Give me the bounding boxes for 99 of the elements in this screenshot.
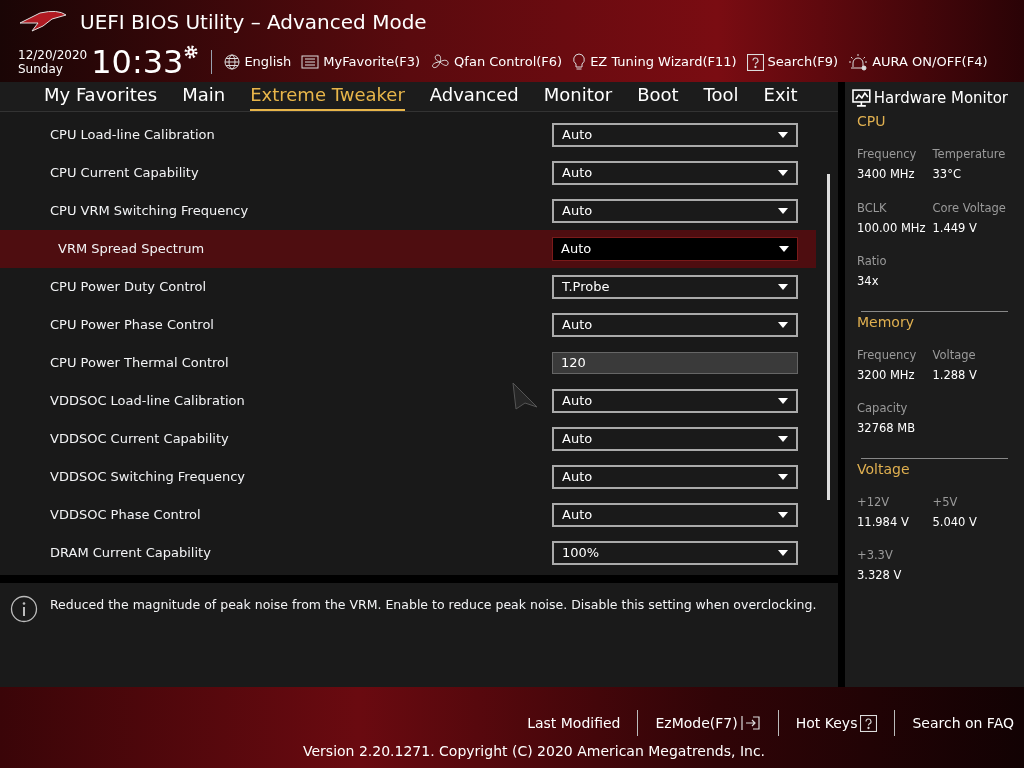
dropdown[interactable]: Auto [552, 427, 798, 451]
mouse-cursor-icon [512, 382, 538, 410]
date-text: 12/20/2020 [18, 48, 88, 62]
footer-link[interactable]: Last Modified [527, 712, 621, 734]
reading-label: Frequency [857, 146, 918, 163]
reading-label: BCLK [857, 199, 888, 217]
reading-value: 1.449 V [932, 219, 978, 237]
dropdown[interactable]: T.Probe [552, 275, 798, 299]
dropdown-arrow-icon [778, 322, 788, 328]
section-title: Memory [856, 312, 915, 332]
reading-value: 1.288 V [932, 366, 978, 384]
section-title: Voltage [856, 459, 911, 479]
reading-label: Temperature [932, 146, 1007, 163]
reading-label: Capacity [857, 400, 909, 417]
list-icon [301, 55, 320, 69]
aura-icon [848, 53, 869, 71]
dropdown-arrow-icon [778, 132, 788, 138]
setting-label: VDDSOC Load-line Calibration [50, 392, 245, 411]
dropdown[interactable]: Auto [552, 503, 798, 527]
dropdown-arrow-icon [778, 550, 788, 556]
menu-tab[interactable]: Tool [703, 82, 739, 111]
dropdown-arrow-icon [778, 284, 788, 290]
setting-label: VRM Spread Spectrum [58, 240, 205, 259]
panel-title: Hardware Monitor [873, 87, 1008, 109]
menu-tab[interactable]: Boot [637, 82, 679, 111]
dropdown[interactable]: Auto [552, 313, 798, 337]
dropdown-arrow-icon [779, 246, 789, 252]
footer-link[interactable]: EzMode(F7) [655, 712, 761, 734]
setting-label: CPU Power Phase Control [50, 316, 214, 335]
reading-value: 34x [857, 273, 880, 291]
help-icon [746, 53, 764, 71]
footer-link[interactable]: Hot Keys [795, 712, 878, 734]
dropdown-arrow-icon [778, 436, 788, 442]
globe-icon [224, 54, 241, 70]
window-title: UEFI BIOS Utility – Advanced Mode [80, 9, 427, 36]
logo-icon [18, 9, 68, 35]
menu-tab[interactable]: Main [182, 82, 226, 111]
reading-value: 32768 MB [857, 420, 917, 438]
setting-label: DRAM Current Capability [50, 544, 211, 563]
dropdown[interactable]: Auto [552, 123, 798, 147]
toolbar-button[interactable]: English [224, 52, 292, 72]
dropdown-arrow-icon [778, 208, 788, 214]
reading-label: +3.3V [857, 547, 894, 564]
dropdown[interactable]: Auto [552, 389, 798, 413]
settings-icon[interactable] [183, 44, 200, 60]
clock-time: 10:33 [91, 46, 184, 78]
reading-label: Ratio [857, 253, 888, 270]
setting-label: CPU VRM Switching Frequency [50, 202, 249, 221]
number-input-field[interactable]: 120 [552, 352, 798, 374]
toolbar-button[interactable]: EZ Tuning Wizard(F11) [572, 52, 737, 72]
dropdown[interactable]: Auto [552, 237, 798, 261]
help-text: Reduced the magnitude of peak noise from the VRM. Enable to reduce peak noise. Disable this setting when overclocking. [50, 596, 817, 614]
footer-link[interactable]: Search on FAQ [912, 712, 1014, 734]
reading-value: 33°C [932, 166, 962, 184]
dropdown-arrow-icon [778, 398, 788, 404]
selected-row-highlight[interactable]: VRM Spread Spectrum Auto [0, 230, 816, 268]
dropdown-arrow-icon [778, 512, 788, 518]
exit-icon [740, 715, 761, 731]
toolbar-button[interactable]: Qfan Control(F6) [430, 52, 563, 72]
toolbar-button[interactable]: Search(F9) [746, 52, 839, 72]
setting-label: CPU Power Thermal Control [50, 354, 229, 373]
lightbulb-icon [572, 53, 587, 71]
reading-value: 11.984 V [857, 513, 910, 531]
dropdown[interactable]: Auto [552, 465, 798, 489]
section-title: CPU [856, 112, 887, 131]
help-icon [860, 714, 878, 732]
reading-label: Voltage [932, 346, 977, 364]
reading-value: 3400 MHz [857, 166, 916, 184]
reading-value: 3.328 V [857, 567, 903, 585]
dropdown[interactable]: Auto [552, 199, 798, 223]
reading-value: 5.040 V [932, 513, 978, 531]
reading-label: Core Voltage [932, 199, 1007, 217]
setting-label: CPU Current Capability [50, 164, 199, 183]
menu-tab[interactable]: Advanced [429, 82, 519, 111]
copyright-text: Version 2.20.1271. Copyright (C) 2020 American Megatrends, Inc. [303, 742, 766, 761]
day-text: Sunday [18, 62, 64, 76]
setting-label: CPU Load-line Calibration [50, 126, 215, 145]
monitor-icon [852, 89, 871, 107]
scrollbar-thumb[interactable] [827, 174, 830, 500]
reading-label: +5V [932, 493, 959, 511]
setting-label: VDDSOC Phase Control [50, 506, 201, 525]
toolbar-button[interactable]: MyFavorite(F3) [301, 52, 421, 72]
dropdown-arrow-icon [778, 474, 788, 480]
menu-tab[interactable]: Exit [763, 82, 798, 111]
dropdown[interactable]: Auto [552, 161, 798, 185]
dropdown[interactable]: 100% [552, 541, 798, 565]
setting-label: VDDSOC Current Capability [50, 430, 229, 449]
menu-tab[interactable]: Monitor [543, 82, 613, 111]
reading-value: 3200 MHz [857, 366, 916, 384]
fan-icon [430, 54, 451, 70]
menu-tab[interactable]: My Favorites [44, 82, 158, 111]
toolbar-button[interactable]: AURA ON/OFF(F4) [848, 52, 988, 72]
reading-label: Frequency [857, 346, 918, 364]
reading-value: 100.00 MHz [857, 219, 927, 237]
dropdown-arrow-icon [778, 170, 788, 176]
reading-label: +12V [857, 493, 891, 511]
setting-label: VDDSOC Switching Frequency [50, 468, 245, 487]
info-icon [10, 595, 38, 623]
setting-label: CPU Power Duty Control [50, 278, 207, 297]
